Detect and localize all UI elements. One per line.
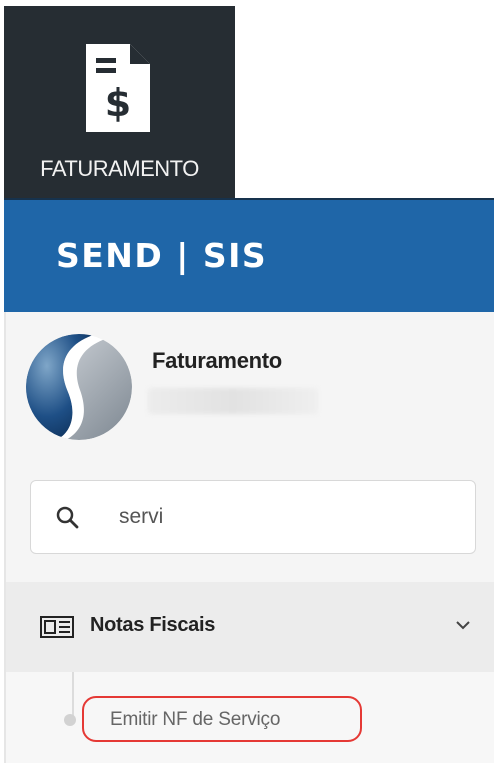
sidebar-item-label: Emitir NF de Serviço (110, 709, 281, 730)
sidebar-item-emitir-nf-servico[interactable]: Emitir NF de Serviço (82, 696, 362, 742)
avatar (26, 334, 132, 440)
app-header: SEND | SIS (4, 198, 494, 314)
sidebar-subitems: Emitir NF de Serviço (6, 672, 494, 763)
profile-subtitle-redacted (148, 388, 318, 414)
brand-logo-text[interactable]: SEND | SIS (56, 236, 267, 275)
company-logo-icon (26, 334, 132, 440)
top-blank-area (235, 0, 494, 198)
svg-text:$: $ (105, 81, 131, 125)
sidebar-group-label: Notas Fiscais (90, 614, 216, 636)
tree-bullet (64, 714, 76, 726)
search-input[interactable] (117, 499, 461, 535)
search-icon (56, 506, 79, 529)
profile-name: Faturamento (152, 348, 282, 373)
menu-search-box[interactable] (30, 480, 476, 554)
sidebar-group-notas-fiscais[interactable]: Notas Fiscais (6, 582, 494, 672)
newspaper-icon (40, 616, 74, 638)
tree-connector (72, 672, 74, 716)
sidebar: Faturamento Notas Fiscais Emitir NF de S… (4, 312, 494, 763)
invoice-dollar-icon: $ (86, 44, 150, 132)
tile-label: FATURAMENTO (40, 156, 199, 181)
chevron-down-icon[interactable] (456, 620, 470, 630)
faturamento-module-tile[interactable]: $ FATURAMENTO (4, 6, 235, 198)
